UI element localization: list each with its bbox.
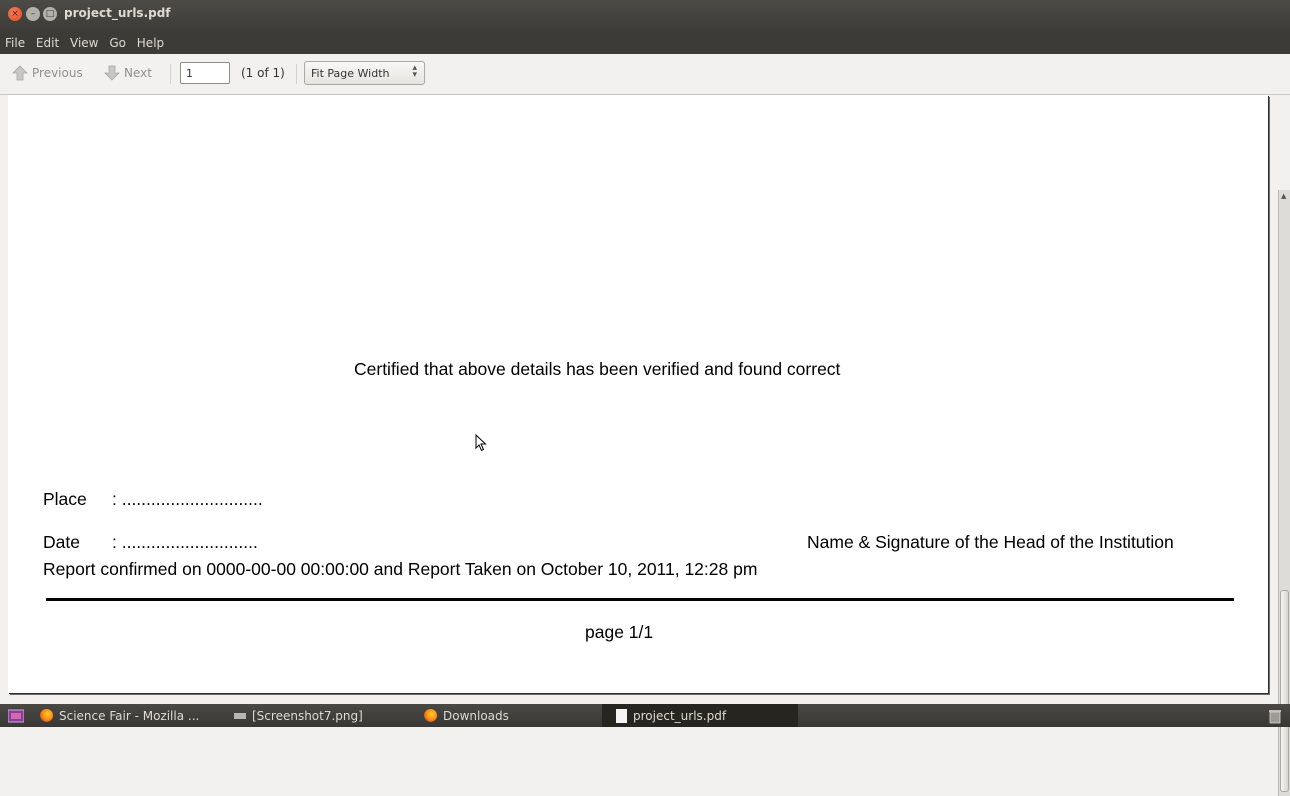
menu-go[interactable]: Go <box>107 32 128 50</box>
taskbar-item-label: [Screenshot7.png] <box>252 708 363 723</box>
arrow-down-icon <box>104 65 120 81</box>
menu-help[interactable]: Help <box>135 32 166 50</box>
image-window-icon <box>234 712 246 719</box>
next-label: Next <box>124 66 152 80</box>
select-arrows-icon: ▴ ▾ <box>412 63 417 80</box>
page-number-input[interactable] <box>180 62 230 84</box>
minimize-window-button[interactable]: – <box>26 7 40 21</box>
previous-page-button[interactable]: Previous <box>12 65 83 81</box>
window-title: project_urls.pdf <box>64 6 171 20</box>
report-status-line: Report confirmed on 0000-00-00 00:00:00 … <box>43 559 758 579</box>
trash-button[interactable] <box>1268 704 1282 727</box>
page-footer: page 1/1 <box>585 622 654 642</box>
arrow-up-icon <box>12 65 28 81</box>
close-window-button[interactable]: × <box>8 7 22 21</box>
zoom-select-value: Fit Page Width <box>311 67 390 80</box>
taskbar-item-project-urls[interactable]: project_urls.pdf <box>602 704 798 727</box>
previous-label: Previous <box>32 66 83 80</box>
taskbar-item-science-fair[interactable]: Science Fair - Mozilla ... <box>40 704 222 727</box>
desktop-icon <box>8 709 24 722</box>
date-value: : ............................ <box>112 532 258 552</box>
menu-edit[interactable]: Edit <box>34 32 61 50</box>
firefox-icon <box>40 709 53 722</box>
taskbar-item-label: project_urls.pdf <box>633 708 727 723</box>
show-desktop-button[interactable] <box>8 704 24 727</box>
mouse-pointer-icon <box>475 434 487 452</box>
taskbar: Science Fair - Mozilla ... [Screenshot7.… <box>0 704 1290 727</box>
trash-icon <box>1269 709 1281 723</box>
place-value: : ............................. <box>112 489 263 509</box>
maximize-window-button[interactable]: □ <box>43 7 57 21</box>
zoom-select[interactable]: Fit Page Width ▴ ▾ <box>304 61 425 85</box>
menu-bar: File Edit View Go Help <box>0 32 1290 54</box>
taskbar-item-screenshot[interactable]: [Screenshot7.png] <box>234 704 394 727</box>
horizontal-rule <box>46 598 1234 601</box>
taskbar-item-label: Downloads <box>443 708 509 723</box>
certification-text: Certified that above details has been ve… <box>354 359 841 379</box>
page-count-label: (1 of 1) <box>241 66 285 80</box>
menu-file[interactable]: File <box>3 32 27 50</box>
window-titlebar: × – □ project_urls.pdf <box>0 0 1290 32</box>
document-icon <box>616 708 627 723</box>
toolbar: Previous Next (1 of 1) Fit Page Width ▴▾ <box>0 54 1290 95</box>
firefox-icon <box>424 709 437 722</box>
toolbar-separator <box>296 64 297 84</box>
taskbar-item-downloads[interactable]: Downloads <box>424 704 584 727</box>
place-label: Place <box>43 489 87 509</box>
toolbar-separator <box>170 64 171 84</box>
scrollbar-thumb[interactable] <box>1280 590 1289 792</box>
pdf-page: Certified that above details has been ve… <box>8 95 1268 693</box>
date-label: Date <box>43 532 80 552</box>
menu-view[interactable]: View <box>68 32 100 50</box>
scroll-up-arrow-icon[interactable]: ▲ <box>1281 192 1286 200</box>
next-page-button[interactable]: Next <box>104 65 152 81</box>
signature-label: Name & Signature of the Head of the Inst… <box>807 532 1174 552</box>
document-viewport[interactable]: Certified that above details has been ve… <box>0 95 1290 796</box>
taskbar-item-label: Science Fair - Mozilla ... <box>59 708 200 723</box>
